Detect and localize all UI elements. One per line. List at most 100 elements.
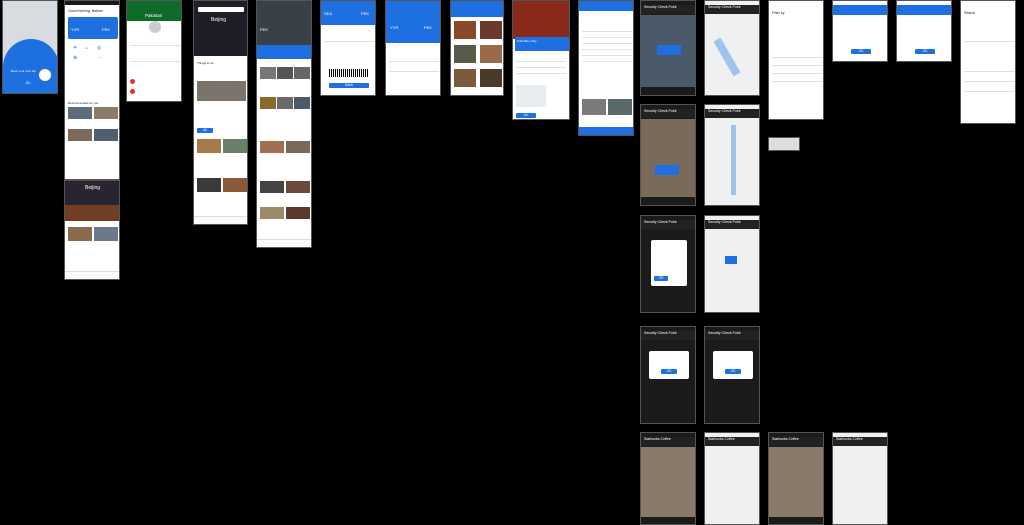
shop-img-2[interactable] (286, 141, 310, 153)
pass-from: SEA (324, 11, 333, 16)
food-img-3[interactable] (454, 45, 476, 63)
shop-img-3[interactable] (260, 181, 284, 193)
pass-header: SEA PEK (321, 1, 375, 25)
nav-title: Starbucks Coffee (772, 437, 799, 441)
nav-title: Security Check Point (708, 220, 741, 224)
airport-img-2[interactable] (277, 67, 293, 79)
recommend-image-1[interactable] (68, 107, 92, 119)
nav-title: Security Check Point (644, 220, 677, 224)
screen-attraction-text (578, 0, 634, 136)
card-to: PEK (102, 27, 111, 32)
target-icon[interactable]: ⊕ (73, 55, 77, 61)
apply-button[interactable]: OK (915, 49, 935, 54)
more-icon[interactable]: ⋯ (97, 55, 102, 61)
spot-image-4[interactable] (223, 178, 247, 192)
beijing-title: Beijing (211, 17, 227, 23)
nav-title: Security Check Point (708, 109, 741, 113)
bj-image-1[interactable] (68, 227, 92, 241)
airport-tabs[interactable] (257, 45, 311, 59)
apply-button[interactable]: OK (851, 49, 871, 54)
screen-home-partial: Book your next trip Go (2, 0, 58, 94)
modal: OK (651, 240, 687, 286)
screen-form-1: OK (832, 0, 888, 62)
screen-tooltip (768, 137, 800, 151)
modal-ok[interactable]: OK (654, 276, 668, 281)
bj-image-2[interactable] (94, 227, 118, 241)
plane-icon[interactable]: ✈ (73, 45, 77, 51)
attraction-card: Forbidden City (515, 37, 569, 51)
airport-img-4[interactable] (260, 97, 276, 109)
airport-hero: PEK (257, 1, 311, 45)
screen-form-2: OK (896, 0, 952, 62)
article-img-1[interactable] (582, 99, 606, 115)
directions-button[interactable]: Go (516, 113, 536, 118)
ar-header: Starbucks Coffee (641, 437, 695, 446)
spot-image-2[interactable] (223, 139, 247, 153)
food-img-6[interactable] (480, 69, 502, 87)
nav-title: Security Check Point (644, 331, 677, 335)
flight-card[interactable]: YVR PEK (68, 17, 118, 39)
screen-ar-nav-2: Security Check Point (640, 104, 696, 206)
hero-button[interactable]: Go (17, 81, 39, 86)
recommend-image-2[interactable] (94, 107, 118, 119)
flight-to: PEK (424, 25, 433, 30)
chip-button[interactable]: All (197, 128, 213, 133)
ar-camera (641, 447, 695, 517)
article-header (579, 1, 633, 11)
spot-image-3[interactable] (197, 178, 221, 192)
screen-ar-coffee-1: Starbucks Coffee (640, 432, 696, 525)
flag-icon (130, 79, 135, 84)
spot-image-1[interactable] (197, 139, 221, 153)
modal-ok[interactable]: OK (661, 369, 677, 374)
beijing-small-title: Beijing (85, 185, 101, 191)
add-wallet-button[interactable]: Save (329, 83, 369, 88)
food-img-1[interactable] (454, 21, 476, 39)
airport-img-1[interactable] (260, 67, 276, 79)
recommend-image-3[interactable] (68, 129, 92, 141)
airport-img-3[interactable] (294, 67, 310, 79)
bottom-nav (194, 216, 247, 224)
map-header: Starbucks Coffee (833, 437, 887, 446)
article-img-2[interactable] (608, 99, 632, 115)
shop-img-1[interactable] (260, 141, 284, 153)
article-footer[interactable] (579, 127, 633, 135)
shop-img-4[interactable] (286, 181, 310, 193)
feature-image[interactable] (197, 81, 246, 101)
search-title: Search (964, 11, 976, 15)
form-header (833, 5, 887, 15)
ar-header: Security Check Point (641, 109, 695, 118)
ar-marker[interactable] (655, 165, 679, 175)
airport-code: PEK (260, 27, 269, 32)
food-img-2[interactable] (480, 21, 502, 39)
shop-img-6[interactable] (286, 207, 310, 219)
food-img-5[interactable] (454, 69, 476, 87)
flight-header: YVR PEK (386, 1, 440, 43)
screen-restaurants (450, 0, 504, 96)
things-title: Things to do (197, 61, 214, 65)
search-input[interactable] (198, 7, 244, 12)
restaurant-header (451, 1, 503, 17)
screen-ar-coffee-2: Starbucks Coffee (768, 432, 824, 525)
screen-map-coffee-2: Starbucks Coffee (832, 432, 888, 525)
pass-to: PEK (361, 11, 370, 16)
modal-ok[interactable]: OK (725, 369, 741, 374)
country-title: Pakistan (145, 13, 163, 18)
screen-boarding-pass: SEA PEK Save (320, 0, 376, 96)
airport-img-6[interactable] (294, 97, 310, 109)
mini-map[interactable] (516, 85, 546, 107)
food-img-4[interactable] (480, 45, 502, 63)
shop-img-5[interactable] (260, 207, 284, 219)
map-icon[interactable]: ◎ (97, 45, 101, 51)
fab-circle[interactable] (39, 69, 51, 81)
screen-home: Good evening, Nathan YVR PEK ✈ ⌂ ◎ ⊕ ⋯ R… (64, 0, 120, 180)
recommend-image-4[interactable] (94, 129, 118, 141)
card-from: YVR (71, 27, 80, 32)
map-header: Security Check Point (705, 109, 759, 118)
hotel-icon[interactable]: ⌂ (85, 45, 88, 51)
map-marker[interactable] (725, 256, 737, 264)
form-header (897, 5, 951, 15)
airport-img-5[interactable] (277, 97, 293, 109)
ar-marker[interactable] (657, 45, 681, 55)
screen-airport: PEK (256, 0, 312, 248)
nav-title: Starbucks Coffee (708, 437, 735, 441)
